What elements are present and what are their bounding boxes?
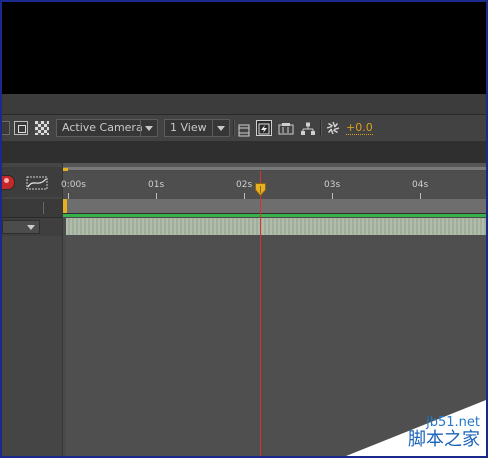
lightning-icon	[258, 123, 270, 135]
toggle-timeline-button[interactable]	[278, 121, 294, 135]
work-area-start-handle[interactable]	[63, 199, 67, 213]
safe-frame-icon	[18, 125, 26, 133]
record-icon	[4, 178, 9, 183]
ruler-label-2: 02s	[236, 180, 253, 190]
pixel-aspect-icon	[238, 124, 250, 137]
chevron-down-icon	[140, 120, 157, 136]
work-area-bar[interactable]	[63, 199, 486, 214]
chevron-down-icon	[212, 120, 229, 136]
current-time-indicator[interactable]	[255, 183, 266, 196]
camera-view-dropdown[interactable]: Active Camera	[56, 119, 158, 137]
ruler-label-3: 03s	[324, 180, 341, 190]
layer-duration-bar[interactable]	[66, 218, 486, 235]
watermark-name: 脚本之家	[408, 429, 480, 450]
ruler-label-1: 01s	[148, 180, 165, 190]
title-action-safe-button[interactable]	[14, 121, 28, 135]
column-divider	[43, 202, 44, 214]
reset-exposure-button[interactable]	[325, 120, 341, 136]
composition-viewer[interactable]	[2, 2, 486, 94]
pixel-aspect-button[interactable]	[238, 122, 250, 137]
toolbar-separator	[320, 120, 322, 136]
work-area-indicator	[63, 214, 486, 217]
graph-editor-icon	[26, 176, 48, 190]
transparency-grid-button[interactable]	[35, 121, 49, 135]
aperture-icon	[326, 121, 340, 135]
layer-panel-header	[2, 167, 62, 197]
timeline-tab-strip	[2, 141, 486, 163]
time-navigator-bar[interactable]	[63, 167, 486, 170]
view-layout-dropdown[interactable]: 1 View	[164, 119, 230, 137]
motion-blur-switch[interactable]	[2, 175, 15, 190]
camera-view-label: Active Camera	[62, 121, 143, 134]
playhead-line[interactable]	[260, 171, 261, 456]
ruler-label-0: 0:00s	[61, 180, 86, 190]
toolbar-separator	[233, 120, 235, 136]
region-of-interest-button[interactable]	[2, 121, 10, 135]
comp-flowchart-button[interactable]	[300, 121, 316, 135]
flowchart-icon	[301, 122, 315, 135]
layer-mode-dropdown[interactable]	[2, 220, 40, 234]
layer-panel	[2, 163, 63, 456]
graph-editor-button[interactable]	[26, 175, 48, 190]
timeline-window-icon	[278, 123, 294, 135]
layer-panel-header-row	[2, 199, 62, 218]
view-layout-label: 1 View	[170, 121, 207, 134]
after-effects-window: Active Camera 1 View +0.0 0:00s 01s 02s …	[0, 0, 488, 458]
viewer-toolbar: Active Camera 1 View +0.0	[2, 114, 486, 142]
viewer-panel-bg	[2, 94, 486, 114]
fast-previews-button[interactable]	[256, 120, 272, 136]
time-ruler[interactable]: 0:00s 01s 02s 03s 04s	[61, 171, 486, 199]
exposure-value[interactable]: +0.0	[346, 121, 373, 135]
ruler-label-4: 04s	[412, 180, 429, 190]
